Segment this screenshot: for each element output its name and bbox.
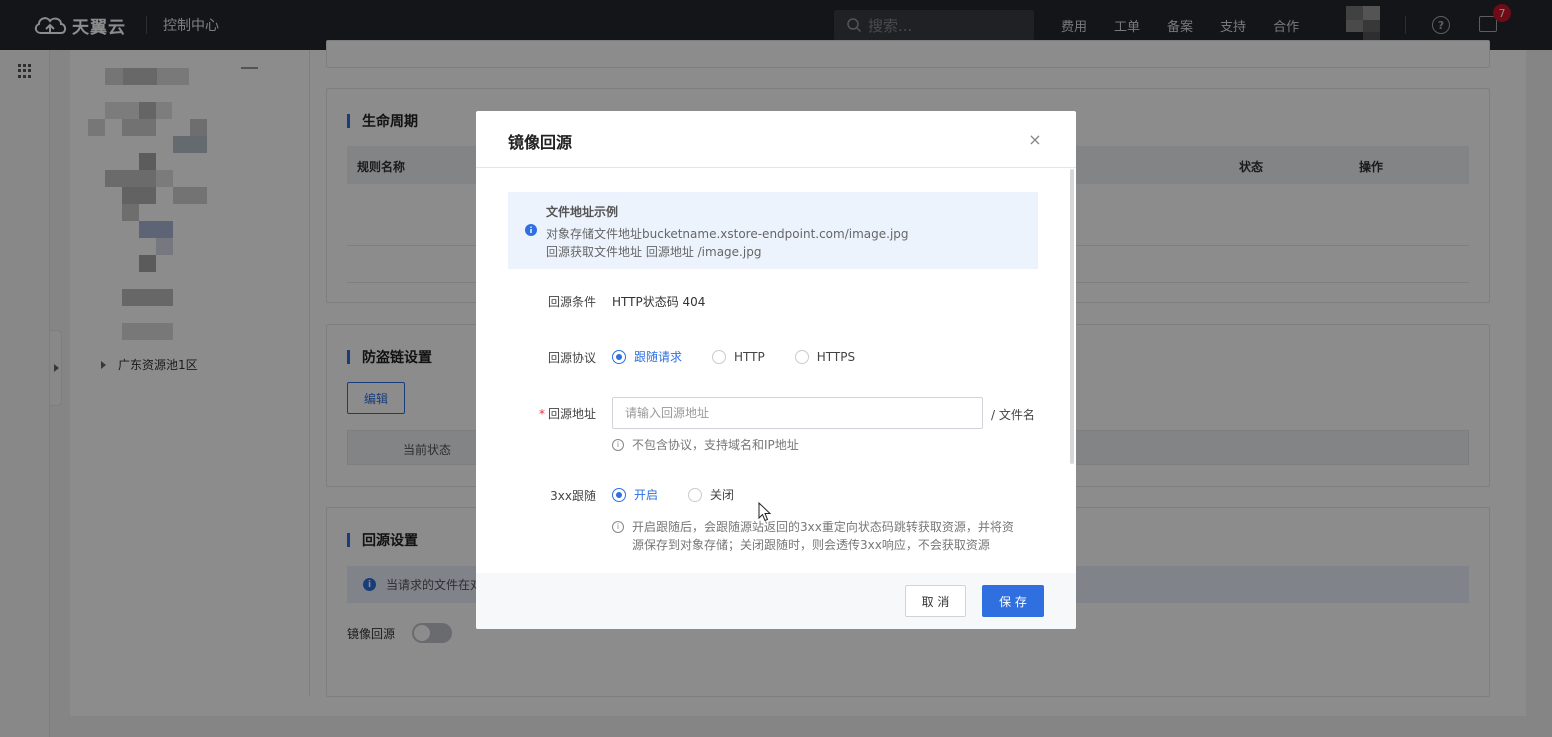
dialog-scrollbar[interactable] xyxy=(1070,169,1074,464)
condition-value: HTTP状态码 404 xyxy=(612,295,706,309)
dialog-header: 镜像回源 × xyxy=(476,111,1076,168)
close-icon[interactable]: × xyxy=(1028,132,1042,148)
protocol-option-follow[interactable]: 跟随请求 xyxy=(612,348,682,365)
mirror-origin-dialog: 镜像回源 × 文件地址示例 对象存储文件地址bucketname.xstore-… xyxy=(476,111,1076,629)
save-button[interactable]: 保 存 xyxy=(982,585,1044,617)
cancel-button[interactable]: 取 消 xyxy=(905,585,966,617)
address-hint: i 不包含协议，支持域名和IP地址 xyxy=(612,436,1032,454)
dialog-title: 镜像回源 xyxy=(508,133,573,152)
info-icon xyxy=(525,224,537,236)
radio-unchecked-icon xyxy=(688,487,703,502)
redirect-option-on[interactable]: 开启 xyxy=(612,486,658,503)
protocol-option-http[interactable]: HTTP xyxy=(712,349,765,364)
origin-address-input[interactable] xyxy=(612,397,983,429)
radio-unchecked-icon xyxy=(794,349,809,364)
redirect-label: 3xx跟随 xyxy=(550,489,596,503)
mouse-cursor-icon xyxy=(758,502,772,522)
protocol-label: 回源协议 xyxy=(547,351,596,365)
example-line: 回源获取文件地址 回源地址 /image.jpg xyxy=(546,245,762,259)
radio-checked-icon xyxy=(612,487,626,502)
redirect-option-off[interactable]: 关闭 xyxy=(688,486,734,503)
dialog-footer: 取 消 保 存 xyxy=(476,573,1076,629)
info-icon: i xyxy=(612,439,624,451)
protocol-option-https[interactable]: HTTPS xyxy=(794,349,855,364)
address-label: * 回源地址 xyxy=(538,407,596,421)
redirect-hint: i 开启跟随后，会跟随源站返回的3xx重定向状态码跳转获取资源，并将资源保存到对… xyxy=(612,518,1022,554)
radio-unchecked-icon xyxy=(712,349,727,364)
radio-checked-icon xyxy=(612,349,626,364)
info-icon: i xyxy=(612,521,624,533)
protocol-radio-group: 跟随请求 HTTP HTTPS xyxy=(612,348,885,365)
example-line: 对象存储文件地址bucketname.xstore-endpoint.com/i… xyxy=(546,227,909,241)
condition-label: 回源条件 xyxy=(547,295,596,309)
redirect-radio-group: 开启 关闭 xyxy=(612,486,764,503)
address-suffix: / 文件名 xyxy=(991,408,1035,422)
example-info-box: 文件地址示例 对象存储文件地址bucketname.xstore-endpoin… xyxy=(508,192,1038,269)
required-mark: * xyxy=(538,407,545,421)
example-title: 文件地址示例 xyxy=(546,205,619,219)
